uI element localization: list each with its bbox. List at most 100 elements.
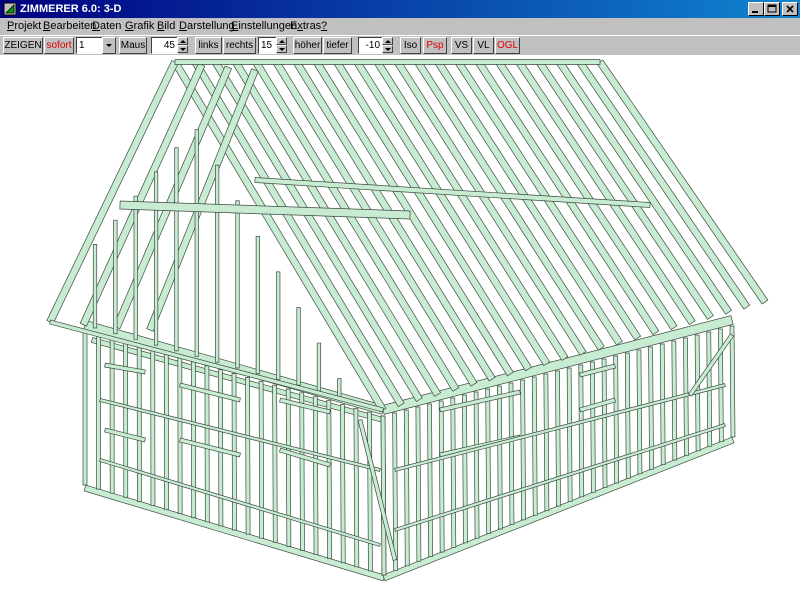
wall-stud: [272, 384, 278, 543]
tiefer-button[interactable]: tiefer: [323, 37, 352, 54]
hoeher-button[interactable]: höher: [293, 37, 322, 54]
close-button[interactable]: [782, 2, 798, 16]
window-header: [579, 363, 616, 378]
wall-stud: [485, 388, 492, 534]
wall-stud: [427, 403, 433, 557]
wall-stud: [613, 355, 620, 484]
wall-stud: [96, 334, 101, 490]
wall-stud: [191, 361, 197, 519]
menu-darstellung[interactable]: Darstellung: [179, 20, 235, 33]
wall-stud: [508, 382, 515, 525]
gable-stud: [113, 219, 118, 335]
spin-down-icon[interactable]: [276, 45, 287, 53]
rafter: [46, 60, 179, 324]
wall-stud: [590, 361, 596, 493]
3d-viewport[interactable]: [0, 55, 800, 600]
mode-select[interactable]: 1: [76, 37, 104, 54]
close-icon: [786, 5, 794, 13]
gable-stud: [153, 171, 159, 346]
wall-stud: [543, 373, 550, 511]
menu-projekt[interactable]: Projekt: [7, 20, 41, 33]
menu-bar: Projekt Bearbeiten Daten Grafik Bild Darstell…: [0, 18, 800, 35]
vs-button[interactable]: VS: [451, 37, 472, 54]
wall-stud: [520, 379, 526, 521]
chevron-down-icon: [106, 44, 112, 47]
wall-stud: [450, 397, 457, 548]
gable-stud: [337, 378, 342, 397]
wall-stud: [285, 388, 292, 547]
wall-stud: [109, 338, 115, 494]
maximize-icon: [767, 4, 777, 13]
wall-stud: [82, 330, 88, 486]
gable-stud: [174, 147, 179, 352]
rafter: [79, 62, 206, 327]
spin-up-icon[interactable]: [177, 37, 188, 45]
spin-up-icon[interactable]: [276, 37, 287, 45]
wall-stud: [123, 342, 129, 498]
gable-stud: [235, 200, 240, 369]
gable-stud: [215, 164, 220, 363]
menu-einstellungen[interactable]: Einstellungen: [231, 20, 297, 33]
wall-stud: [367, 411, 373, 572]
wall-stud: [636, 349, 643, 475]
maximize-button[interactable]: [764, 2, 780, 16]
title-bar: ZIMMERER 6.0: 3-D: [0, 0, 800, 18]
spin-down-icon[interactable]: [177, 45, 188, 53]
wall-stud: [531, 376, 538, 516]
wall-stud: [566, 367, 573, 502]
spin-down-icon[interactable]: [382, 45, 393, 53]
wall-stud: [312, 396, 319, 555]
wall-stud: [177, 357, 183, 514]
wall-stud: [380, 415, 387, 576]
iso-button[interactable]: Iso: [400, 37, 421, 54]
step-input[interactable]: 15: [258, 37, 277, 54]
wall-stud: [624, 352, 631, 479]
menu-help[interactable]: ?: [321, 20, 327, 33]
gable-stud: [276, 271, 281, 380]
wall-stud: [150, 349, 156, 506]
angle-input[interactable]: 45: [151, 37, 178, 54]
sofort-button[interactable]: sofort: [44, 37, 74, 54]
vl-button[interactable]: VL: [473, 37, 494, 54]
ridge-beam: [174, 59, 601, 65]
window-sill: [179, 437, 241, 458]
toolbar: ZEIGEN sofort 1 Maus 45 links rechts 15 …: [0, 35, 800, 55]
minimize-icon: [752, 11, 758, 13]
house-frame-3d-model: [46, 59, 769, 582]
ogl-button[interactable]: OGL: [495, 37, 520, 54]
wall-stud: [403, 409, 410, 567]
menu-grafik[interactable]: Grafik: [125, 20, 154, 33]
menu-extras[interactable]: Extras: [290, 20, 321, 33]
wall-stud: [258, 380, 265, 539]
wall-stud: [462, 394, 468, 544]
wall-stud: [729, 325, 736, 438]
wall-stud: [353, 407, 360, 568]
angle-spinner[interactable]: [177, 37, 188, 54]
gable-stud: [296, 307, 301, 386]
wall-stud: [163, 353, 169, 510]
psp-button[interactable]: Psp: [423, 37, 447, 54]
step-spinner[interactable]: [276, 37, 287, 54]
wall-stud: [473, 391, 480, 539]
minimize-button[interactable]: [748, 2, 764, 16]
menu-bild[interactable]: Bild: [157, 20, 175, 33]
rafter: [112, 65, 233, 330]
wall-stud: [299, 392, 305, 551]
menu-bearbeiten[interactable]: Bearbeiten: [43, 20, 96, 33]
wall-stud: [438, 400, 445, 553]
height-spinner[interactable]: [382, 37, 393, 54]
gable-stud: [316, 342, 322, 392]
links-button[interactable]: links: [195, 37, 222, 54]
spin-up-icon[interactable]: [382, 37, 393, 45]
gable-stud: [255, 235, 260, 375]
rechts-button[interactable]: rechts: [223, 37, 256, 54]
maus-button[interactable]: Maus: [119, 37, 147, 54]
height-input[interactable]: -10: [358, 37, 383, 54]
window-header: [179, 382, 241, 403]
zeigen-button[interactable]: ZEIGEN: [3, 37, 43, 54]
mode-dropdown-button[interactable]: [102, 37, 116, 54]
wall-stud: [496, 385, 503, 530]
menu-daten[interactable]: Daten: [92, 20, 121, 33]
gable-stud: [133, 195, 138, 340]
window-sill: [579, 397, 616, 413]
